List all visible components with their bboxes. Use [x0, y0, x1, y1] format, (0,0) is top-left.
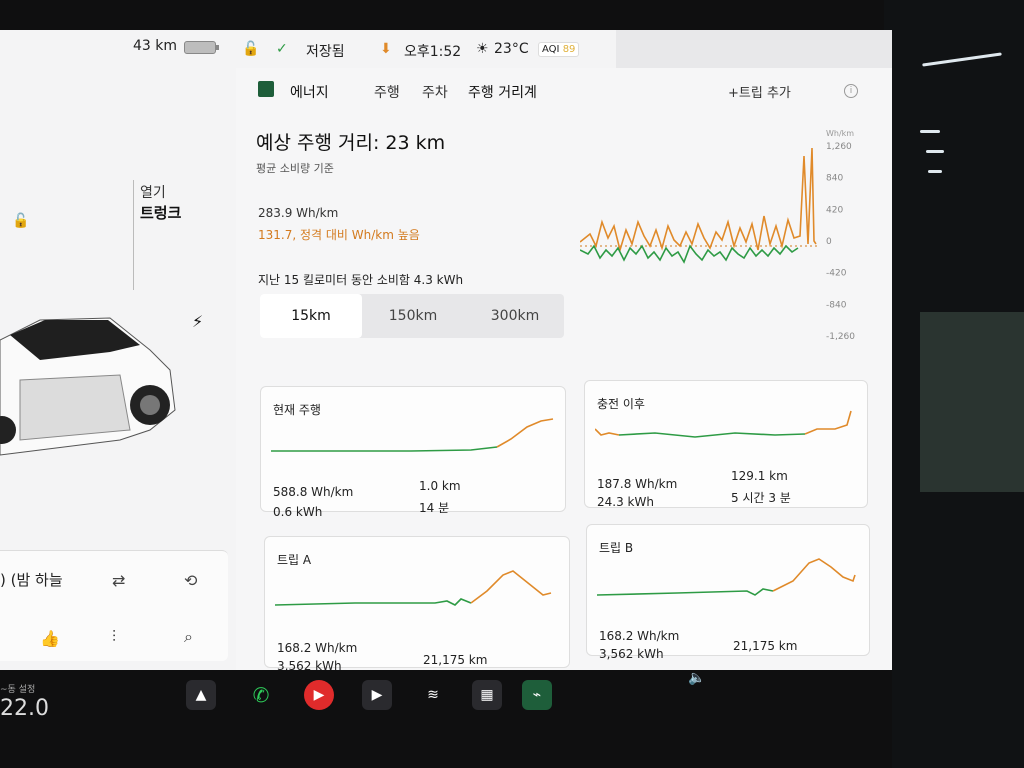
- weather-icon: ☀: [476, 41, 489, 57]
- card-kwh: 3,562 kWh: [277, 659, 342, 670]
- card-distance: 21,175 km: [423, 653, 488, 667]
- y-tick-label: 840: [826, 174, 843, 184]
- segment-150km[interactable]: 150km: [362, 294, 464, 338]
- saved-status: 저장됨: [306, 44, 345, 60]
- card-kwh: 24.3 kWh: [597, 495, 654, 509]
- tab-trips[interactable]: 주행 거리계: [468, 82, 537, 102]
- touchscreen: 43 km 🔓 열기 트렁크 ⚡ ) (밤 하늘 ⇄ ⟲ 👍 ⫶ ⌕ 🔓 ✓ 저…: [0, 30, 892, 670]
- phone-icon[interactable]: ✆: [246, 680, 276, 710]
- aqi-badge: AQI 89: [538, 42, 580, 57]
- y-tick-label: 0: [826, 237, 832, 247]
- apps-icon[interactable]: ▦: [472, 680, 502, 710]
- card-current-drive[interactable]: 현재 주행 588.8 Wh/km 0.6 kWh 1.0 km 14 분: [260, 386, 566, 519]
- y-tick-label: -1,260: [826, 332, 855, 342]
- card-whkm: 168.2 Wh/km: [599, 629, 680, 643]
- y-tick-label: 420: [826, 205, 843, 215]
- volume-icon[interactable]: 🔈: [688, 670, 705, 686]
- charge-port-icon[interactable]: ⚡: [192, 312, 203, 331]
- card-distance: 129.1 km: [731, 469, 788, 483]
- avg-consumption: 283.9 Wh/km: [258, 206, 339, 220]
- tab-energy[interactable]: 에너지: [290, 82, 329, 102]
- card-sparkline: [271, 418, 554, 452]
- card-trip-b[interactable]: 트립 B 168.2 Wh/km 3,562 kWh 21,175 km: [586, 524, 870, 661]
- card-whkm: 187.8 Wh/km: [597, 477, 678, 491]
- projected-range: 예상 주행 거리: 23 km: [256, 132, 446, 154]
- add-trip-button[interactable]: +트립 추가: [728, 82, 791, 101]
- equalizer-icon[interactable]: ⫶: [112, 627, 116, 647]
- status-bar: 🔓 ✓ 저장됨 ⬇ 오후1:52 ☀ 23°C AQI 89: [236, 30, 892, 68]
- search-icon[interactable]: ⌕: [184, 627, 193, 647]
- info-icon[interactable]: i: [844, 84, 858, 98]
- segment-15km[interactable]: 15km: [260, 294, 362, 338]
- range-basis: 평균 소비량 기준: [256, 162, 334, 175]
- open-label[interactable]: 열기: [140, 182, 166, 202]
- clock: 오후1:52: [404, 44, 462, 60]
- card-sparkline: [597, 558, 856, 596]
- card-duration: 5 시간 3 분: [731, 491, 791, 505]
- energy-app-icon: [258, 81, 274, 97]
- defrost-icon[interactable]: ≋: [418, 680, 448, 710]
- consumption-diff: 131.7, 정격 대비 Wh/km 높음: [258, 228, 420, 242]
- cabin-temperature[interactable]: 22.0: [0, 696, 49, 721]
- energy-app: 에너지 주행 주차 주행 거리계 +트립 추가 i 예상 주행 거리: 23 k…: [236, 68, 892, 670]
- card-distance: 1.0 km: [419, 479, 461, 493]
- battery-range: 43 km: [133, 38, 178, 54]
- segment-300km[interactable]: 300km: [464, 294, 566, 338]
- lock-icon[interactable]: 🔓: [242, 41, 259, 57]
- energy-dock-icon[interactable]: ⌁: [522, 680, 552, 710]
- climate-label: ~동 설정: [0, 685, 36, 695]
- y-tick-label: 1,260: [826, 142, 852, 152]
- card-duration: 14 분: [419, 501, 450, 515]
- dock: ~동 설정 22.0 ▲ ✆ ▶ ▶ ≋ ▦ ⌁ 🔈: [0, 670, 892, 768]
- card-kwh: 0.6 kWh: [273, 505, 323, 519]
- consumption-chart: Wh/km 1,260 840 420 0 -420 -840 -1,260: [580, 129, 855, 342]
- trunk-button[interactable]: 트렁크: [140, 202, 181, 223]
- shuffle-icon[interactable]: ⇄: [112, 571, 125, 590]
- tab-park[interactable]: 주차: [422, 82, 448, 102]
- download-icon[interactable]: ⬇: [380, 41, 392, 57]
- background-panel: [920, 312, 1024, 492]
- vehicle-pane: 43 km 🔓 열기 트렁크 ⚡ ) (밤 하늘 ⇄ ⟲ 👍 ⫶ ⌕: [0, 30, 237, 670]
- card-whkm: 588.8 Wh/km: [273, 485, 354, 499]
- card-trip-a[interactable]: 트립 A 168.2 Wh/km 3,562 kWh 21,175 km: [264, 536, 570, 670]
- car-image: [0, 317, 176, 456]
- chart-ylabel: Wh/km: [826, 129, 854, 138]
- thumbs-up-icon[interactable]: 👍: [40, 629, 60, 648]
- distance-selector: 15km 150km 300km: [260, 294, 564, 338]
- card-whkm: 168.2 Wh/km: [277, 641, 358, 655]
- music-app-icon[interactable]: ▶: [304, 680, 334, 710]
- unlock-icon[interactable]: 🔓: [12, 213, 29, 229]
- y-tick-label: -840: [826, 300, 847, 310]
- media-player: ) (밤 하늘 ⇄ ⟲ 👍 ⫶ ⌕: [0, 550, 228, 661]
- map-strip[interactable]: [616, 30, 892, 68]
- card-sparkline: [275, 570, 552, 606]
- card-since-charge[interactable]: 충전 이후 187.8 Wh/km 24.3 kWh 129.1 km 5 시간…: [584, 380, 868, 509]
- media-title: ) (밤 하늘: [0, 571, 63, 589]
- card-sparkline: [595, 410, 852, 438]
- temperature: 23°C: [494, 41, 529, 57]
- recent-consumption: 지난 15 킬로미터 동안 소비함 4.3 kWh: [258, 273, 464, 287]
- divider: [133, 180, 134, 290]
- tab-drive[interactable]: 주행: [374, 82, 400, 102]
- theater-icon[interactable]: ▶: [362, 680, 392, 710]
- card-kwh: 3,562 kWh: [599, 647, 664, 661]
- tab-bar: 에너지 주행 주차 주행 거리계 +트립 추가 i: [236, 68, 892, 108]
- check-icon: ✓: [276, 41, 288, 57]
- navigation-icon[interactable]: ▲: [186, 680, 216, 710]
- card-distance: 21,175 km: [733, 639, 798, 653]
- battery-icon: [184, 41, 219, 54]
- repeat-icon[interactable]: ⟲: [184, 571, 197, 590]
- y-tick-label: -420: [826, 269, 847, 279]
